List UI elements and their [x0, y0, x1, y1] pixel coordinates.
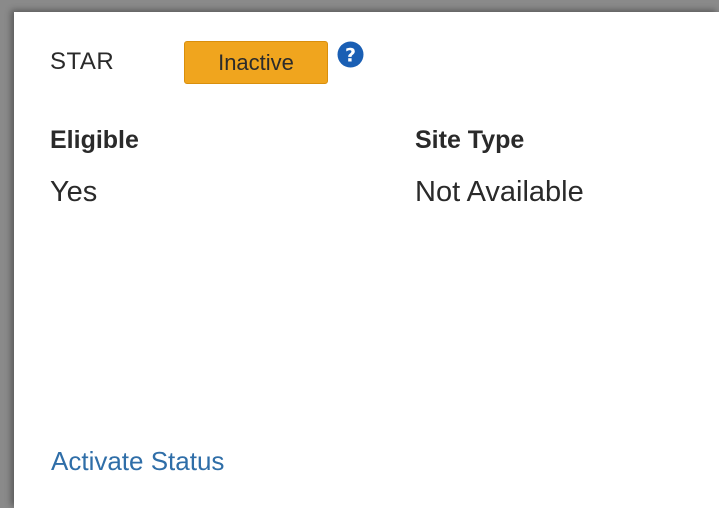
- site-type-label: Site Type: [415, 126, 525, 154]
- program-name: STAR: [50, 48, 115, 75]
- site-type-value: Not Available: [415, 176, 584, 208]
- svg-text:?: ?: [345, 45, 356, 67]
- eligible-value: Yes: [50, 176, 98, 208]
- window-backdrop: STAR Inactive ? Eligible Yes Site Type N…: [0, 0, 719, 508]
- eligible-label: Eligible: [50, 126, 139, 154]
- status-card: STAR Inactive ? Eligible Yes Site Type N…: [14, 12, 719, 508]
- activate-status-link[interactable]: Activate Status: [51, 446, 224, 477]
- status-badge: Inactive: [184, 41, 328, 84]
- help-question-icon[interactable]: ?: [337, 41, 364, 68]
